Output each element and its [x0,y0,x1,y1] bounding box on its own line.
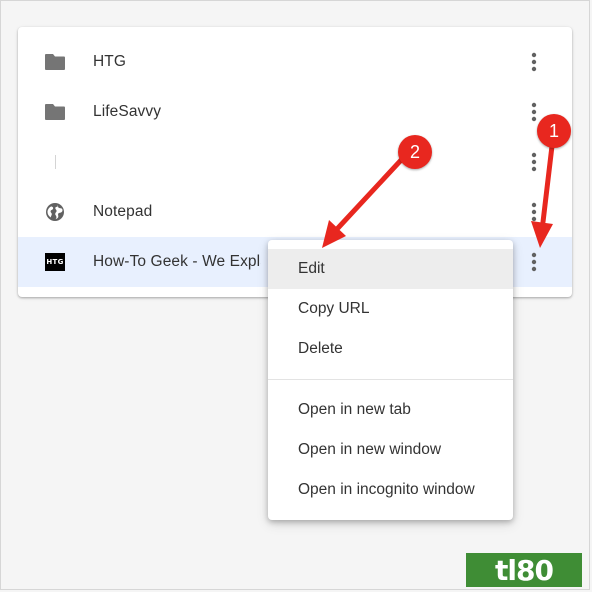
blank-page-icon [44,152,66,172]
menu-item-open-new-tab[interactable]: Open in new tab [268,390,513,430]
step-badge-2: 2 [398,135,432,169]
bookmark-label: Notepad [93,203,153,220]
menu-item-copy-url[interactable]: Copy URL [268,289,513,329]
menu-divider [268,379,513,380]
globe-icon [44,202,66,222]
step-badge-1: 1 [537,114,571,148]
more-actions-icon[interactable] [524,49,544,75]
bookmark-row-htg[interactable]: HTG [18,37,572,87]
bookmark-row-notepad[interactable]: Notepad [18,187,572,237]
menu-item-edit[interactable]: Edit [268,249,513,289]
menu-item-open-incognito[interactable]: Open in incognito window [268,470,513,510]
bookmark-row-untitled[interactable] [18,137,572,187]
htg-favicon: HTG [44,252,66,272]
bookmark-label: LifeSavvy [93,103,162,120]
bookmark-label: HTG [93,53,127,70]
menu-item-open-new-window[interactable]: Open in new window [268,430,513,470]
context-menu: Edit Copy URL Delete Open in new tab Ope… [268,240,513,520]
folder-icon [44,102,66,122]
more-actions-icon[interactable] [524,249,544,275]
watermark-logo: tl80 [466,553,582,587]
bookmark-label: How-To Geek - We Explain Technology [93,253,261,270]
bookmark-row-lifesavvy[interactable]: LifeSavvy [18,87,572,137]
menu-item-delete[interactable]: Delete [268,329,513,369]
folder-icon [44,52,66,72]
more-actions-icon[interactable] [524,199,544,225]
more-actions-icon[interactable] [524,149,544,175]
